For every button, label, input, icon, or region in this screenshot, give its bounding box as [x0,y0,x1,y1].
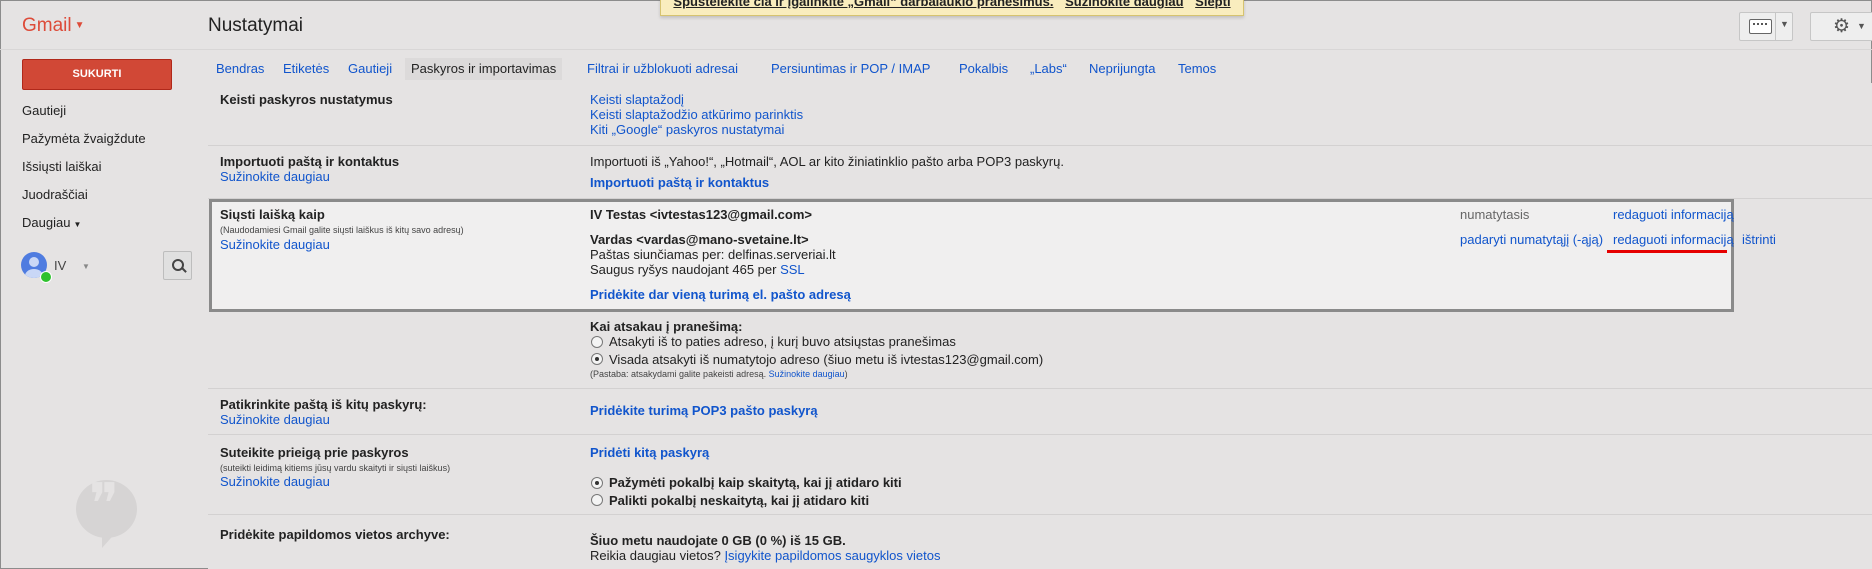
tab-offline[interactable]: Neprijungta [1089,61,1156,76]
change-recovery-link[interactable]: Keisti slaptažodžio atkūrimo parinktis [590,107,803,122]
sidebar-item-sent[interactable]: Išsiųsti laiškai [22,159,101,174]
grant-access-label: Suteikite prieigą prie paskyros [220,445,409,460]
other-google-settings-link[interactable]: Kiti „Google“ paskyros nustatymai [590,122,784,137]
import-learn-more-link[interactable]: Sužinokite daugiau [220,169,330,184]
keyboard-icon [1749,19,1772,34]
row-divider [208,145,1872,146]
settings-button[interactable]: ⚙ ▼ [1810,12,1872,41]
send-as-description: (Naudodamiesi Gmail galite siųsti laišku… [220,225,464,235]
storage-label: Pridėkite papildomos vietos archyve: [220,527,450,542]
change-account-label: Keisti paskyros nustatymus [220,92,393,107]
search-people-button[interactable] [163,251,192,280]
reply-note: (Pastaba: atsakydami galite pakeisti adr… [590,369,848,379]
tab-accounts-import[interactable]: Paskyros ir importavimas [405,58,563,80]
delete-address-link[interactable]: ištrinti [1742,232,1776,247]
annotation-underline [1607,250,1727,253]
storage-need-more: Reikia daugiau vietos? Įsigykite papildo… [590,548,941,563]
import-mail-link[interactable]: Importuoti paštą ir kontaktus [590,175,769,190]
tab-labs[interactable]: „Labs“ [1030,61,1067,76]
check-mail-learn-more-link[interactable]: Sužinokite daugiau [220,412,330,427]
notice-learn-more-link[interactable]: Sužinokite daugiau [1065,0,1183,9]
tab-forwarding[interactable]: Persiuntimas ir POP / IMAP [771,61,930,76]
gmail-logo-text: Gmail [22,15,72,36]
row-divider [208,514,1872,515]
primary-address: IV Testas <ivtestas123@gmail.com> [590,207,812,222]
edit-info-secondary-link[interactable]: redaguoti informaciją [1613,232,1734,247]
search-icon-handle [181,267,187,273]
add-pop3-account-link[interactable]: Pridėkite turimą POP3 pašto paskyrą [590,403,818,418]
reply-note-suffix: ) [844,369,848,379]
add-another-account-link[interactable]: Pridėti kitą paskyrą [590,445,709,460]
reply-same-address-radio[interactable] [591,336,603,348]
import-label: Importuoti paštą ir kontaktus [220,154,400,169]
sidebar-item-drafts[interactable]: Juodraščiai [22,187,88,202]
grant-access-learn-more-link[interactable]: Sužinokite daugiau [220,474,330,489]
edit-info-primary-link[interactable]: redaguoti informaciją [1613,207,1734,222]
send-as-learn-more-link[interactable]: Sužinokite daugiau [220,237,330,252]
check-mail-label: Patikrinkite paštą iš kitų paskyrų: [220,397,427,412]
compose-button[interactable]: SUKURTI [22,59,172,90]
reply-setting-label: Kai atsakau į pranešimą: [590,319,743,334]
notice-hide-link[interactable]: Slėpti [1195,0,1230,9]
chevron-down-icon[interactable]: ▼ [82,262,90,271]
chevron-down-icon: ▼ [73,220,82,229]
make-default-link[interactable]: padaryti numatytąjį (-ąją) [1460,232,1603,247]
change-password-link[interactable]: Keisti slaptažodį [590,92,684,107]
leave-unread-radio[interactable] [591,494,603,506]
quote-glyph: ❞ [89,472,120,537]
row-divider [208,388,1872,389]
secure-connection-text: Saugus ryšys naudojant 465 per SSL [590,262,805,277]
sidebar-item-starred[interactable]: Pažymėta žvaigždute [22,131,146,146]
reply-note-text: (Pastaba: atsakydami galite pakeisti adr… [590,369,767,379]
gmail-logo[interactable]: Gmail ▼ [22,15,85,37]
storage-usage-text: Šiuo metu naudojate 0 GB (0 %) iš 15 GB. [590,533,846,548]
gear-icon: ⚙ [1833,16,1851,37]
send-as-label: Siųsti laišką kaip [220,207,325,222]
ssl-link[interactable]: SSL [780,262,805,277]
chevron-down-icon: ▼ [74,20,85,32]
enable-notifications-link[interactable]: Spustelėkite čia ir įgalinkite „Gmail“ d… [673,0,1053,9]
reply-note-learn-more-link[interactable]: Sužinokite daugiau [769,369,845,379]
sidebar-item-more-label: Daugiau [22,215,71,230]
chevron-down-icon[interactable]: ▼ [1780,19,1789,29]
hangouts-icon: ❞ [76,472,137,548]
tab-general[interactable]: Bendras [216,61,264,76]
tab-chat[interactable]: Pokalbis [959,61,1008,76]
sidebar-item-more[interactable]: Daugiau ▼ [22,215,81,230]
top-bar: Gmail ▼ Nustatymai Spustelėkite čia ir įg… [0,0,1872,50]
secure-prefix: Saugus ryšys naudojant 465 per [590,262,777,277]
tab-filters[interactable]: Filtrai ir užblokuoti adresai [587,61,738,76]
default-label: numatytasis [1460,207,1530,222]
button-divider [1775,13,1776,40]
chat-user-name[interactable]: IV [54,258,66,273]
tab-themes[interactable]: Temos [1178,61,1216,76]
import-description: Importuoti iš „Yahoo!“, „Hotmail“, AOL a… [590,154,1064,169]
page-title: Nustatymai [208,15,304,36]
input-tools-button[interactable]: ▼ [1739,12,1793,41]
add-email-address-link[interactable]: Pridėkite dar vieną turimą el. pašto adr… [590,287,851,302]
sidebar-item-inbox[interactable]: Gautieji [22,103,66,118]
reply-same-address-label: Atsakyti iš to paties adreso, į kurį buv… [609,334,956,349]
row-divider [208,434,1872,435]
desktop-notification-banner: Spustelėkite čia ir įgalinkite „Gmail“ d… [660,0,1244,16]
buy-storage-link[interactable]: Įsigykite papildomos saugyklos vietos [724,548,940,563]
presence-status-icon [40,271,52,283]
reply-default-address-radio[interactable] [591,353,603,365]
mark-read-label: Pažymėti pokalbį kaip skaitytą, kai jį a… [609,475,902,490]
sent-via-text: Paštas siunčiamas per: delfinas.serveria… [590,247,836,262]
tab-inbox[interactable]: Gautieji [348,61,392,76]
chevron-down-icon: ▼ [1857,21,1866,31]
tab-labels[interactable]: Etiketės [283,61,329,76]
secondary-address: Vardas <vardas@mano-svetaine.lt> [590,232,809,247]
grant-access-description: (suteikti leidimą kitiems jūsų vardu ska… [220,463,451,473]
reply-default-address-label: Visada atsakyti iš numatytojo adreso (ši… [609,352,1044,367]
leave-unread-label: Palikti pokalbį neskaitytą, kai jį atida… [609,493,870,508]
storage-need-prefix: Reikia daugiau vietos? [590,548,721,563]
mark-read-radio[interactable] [591,477,603,489]
